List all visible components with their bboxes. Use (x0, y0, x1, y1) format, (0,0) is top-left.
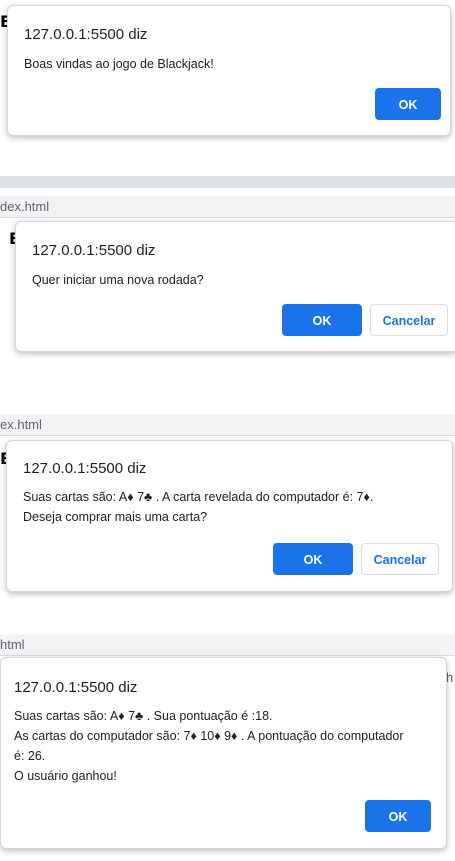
screenshot-3: ex.html B 127.0.0.1:5500 diz Suas cartas… (0, 406, 455, 606)
ok-button[interactable]: OK (375, 88, 441, 120)
dialog-origin-title: 127.0.0.1:5500 diz (23, 460, 147, 477)
url-fragment: ex.html (0, 417, 42, 432)
dialog-message-line: Suas cartas são: A♦ 7♣ . Sua pontuação é… (14, 709, 273, 723)
url-fragment: dex.html (0, 199, 50, 214)
dialog-message-line: O usuário ganhou! (14, 769, 117, 783)
dialog-message: Quer iniciar uma nova rodada? (32, 270, 204, 290)
dialog-message: Boas vindas ao jogo de Blackjack! (24, 54, 214, 74)
address-bar: html (0, 634, 455, 656)
screenshot-2: dex.html B 127.0.0.1:5500 diz Quer inici… (0, 188, 455, 388)
dialog-message-line: Deseja comprar mais uma carta? (23, 510, 208, 524)
confirm-dialog-buy-card: 127.0.0.1:5500 diz Suas cartas são: A♦ 7… (6, 440, 453, 592)
ok-button[interactable]: OK (282, 304, 362, 336)
dialog-message: Suas cartas são: A♦ 7♣ . Sua pontuação é… (14, 706, 439, 786)
dialog-message: Suas cartas são: A♦ 7♣ . A carta revelad… (23, 487, 373, 527)
dialog-origin-title: 127.0.0.1:5500 diz (24, 26, 148, 43)
url-fragment: html (0, 637, 25, 652)
ok-button[interactable]: OK (273, 543, 353, 575)
dialog-message-line: Boas vindas ao jogo de Blackjack! (24, 57, 214, 71)
cancel-button[interactable]: Cancelar (370, 304, 448, 336)
dialog-message-line: é: 26. (14, 749, 46, 763)
screenshot-1: B 127.0.0.1:5500 diz Boas vindas ao jogo… (0, 0, 455, 170)
cancel-button[interactable]: Cancelar (361, 543, 439, 575)
alert-dialog-welcome: 127.0.0.1:5500 diz Boas vindas ao jogo d… (7, 5, 451, 136)
dialog-origin-title: 127.0.0.1:5500 diz (14, 679, 138, 696)
ok-button[interactable]: OK (365, 800, 431, 832)
dialog-message-line: Suas cartas são: A♦ 7♣ . A carta revelad… (23, 490, 374, 504)
page-text-fragment: h (446, 670, 454, 685)
dialog-message-line: Quer iniciar uma nova rodada? (32, 273, 204, 287)
dialog-message-line: As cartas do computador são: 7♦ 10♦ 9♦ .… (14, 729, 404, 743)
screenshot-4: html h 127.0.0.1:5500 diz Suas cartas sã… (0, 626, 455, 861)
dialog-origin-title: 127.0.0.1:5500 diz (32, 242, 156, 259)
confirm-dialog-new-round: 127.0.0.1:5500 diz Quer iniciar uma nova… (15, 221, 455, 352)
alert-dialog-result: 127.0.0.1:5500 diz Suas cartas são: A♦ 7… (0, 657, 447, 849)
browser-tabstrip-band (0, 176, 455, 188)
address-bar: dex.html (0, 196, 455, 218)
address-bar: ex.html (0, 414, 455, 436)
